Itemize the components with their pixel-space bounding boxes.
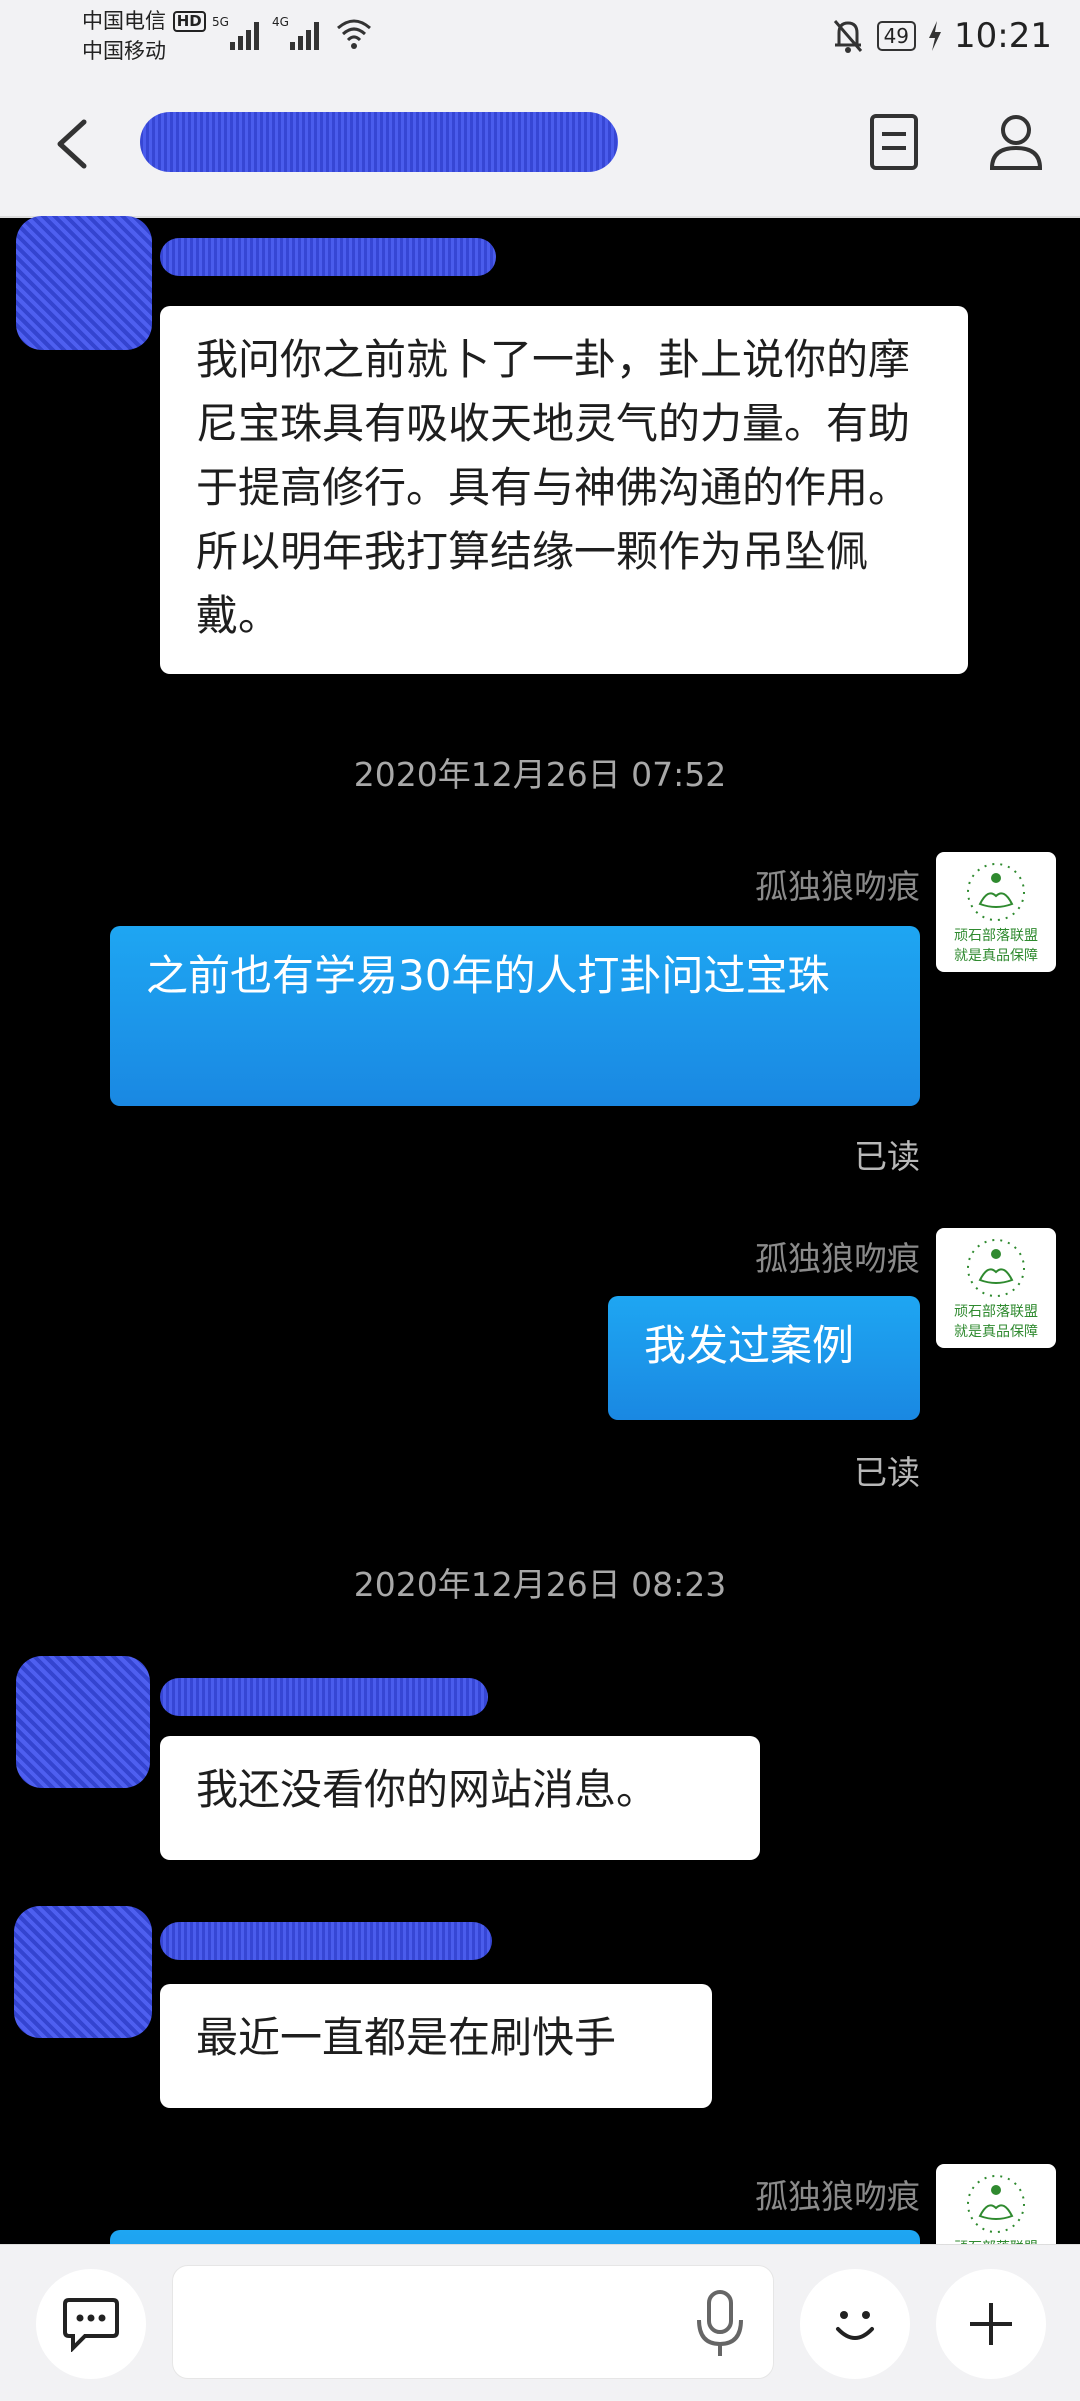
hd-badge: HD <box>172 11 206 32</box>
redacted-avatar[interactable] <box>14 1906 152 2038</box>
network-5g-label: 5G <box>212 15 229 29</box>
message-input[interactable] <box>172 2265 774 2379</box>
input-bar <box>0 2244 1080 2401</box>
redacted-sender-name <box>160 238 496 276</box>
timestamp: 2020年12月26日 07:52 <box>353 755 727 794</box>
person-icon[interactable] <box>984 110 1048 174</box>
message-bubble-outgoing[interactable]: 我发过案例 <box>608 1296 920 1420</box>
message-bubble-incoming[interactable]: 最近一直都是在刷快手 <box>160 1984 712 2108</box>
emoji-button[interactable] <box>800 2269 910 2379</box>
redacted-sender-name <box>160 1922 492 1960</box>
network-4g-label: 4G <box>272 15 289 29</box>
smiley-icon <box>836 2311 874 2340</box>
document-icon[interactable] <box>862 110 926 174</box>
timestamp: 2020年12月26日 08:23 <box>353 1565 727 1604</box>
status-right: 49 10:21 <box>831 14 1052 58</box>
svg-text:顽石部落联盟: 顽石部落联盟 <box>954 928 1038 944</box>
wifi-icon <box>337 19 371 49</box>
redacted-contact-name <box>140 112 618 172</box>
message-text: 最近一直都是在刷快手 <box>196 2013 617 2062</box>
message-bubble-incoming[interactable]: 我还没看你的网站消息。 <box>160 1736 760 1860</box>
battery-icon: 49 <box>876 21 917 51</box>
microphone-icon[interactable] <box>689 2288 751 2360</box>
redacted-avatar[interactable] <box>16 216 152 350</box>
signal-icon: 4G <box>272 15 319 50</box>
message-bubble-outgoing[interactable]: 之前也有学易30年的人打卦问过宝珠 <box>110 926 920 1106</box>
message-bubble-outgoing[interactable] <box>110 2230 920 2244</box>
signal-icon: 5G <box>212 15 259 50</box>
green-lotus-logo-icon: 顽石部落联盟 就是真品保障 <box>954 863 1038 964</box>
back-arrow-icon[interactable] <box>46 116 102 172</box>
message-text: 我问你之前就卜了一卦，卦上说你的摩尼宝珠具有吸收天地灵气的力量。有助于提高修行。… <box>196 335 911 640</box>
sender-name: 孤独狼吻痕 <box>755 867 920 906</box>
redacted-sender-name <box>160 1678 488 1716</box>
add-button[interactable] <box>936 2269 1046 2379</box>
message-text: 我发过案例 <box>644 1321 855 1370</box>
svg-text:就是真品保障: 就是真品保障 <box>954 1324 1038 1340</box>
chat-header <box>0 72 1080 218</box>
read-receipt: 已读 <box>854 1137 920 1176</box>
redacted-avatar[interactable] <box>16 1656 150 1788</box>
read-receipt: 已读 <box>854 1453 920 1492</box>
clock: 10:21 <box>954 16 1052 56</box>
carrier-primary: 中国电信 HD <box>82 8 206 34</box>
carrier-secondary: 中国移动 <box>82 39 166 63</box>
mute-bell-icon <box>833 20 862 53</box>
sender-name: 孤独狼吻痕 <box>755 2177 920 2216</box>
message-text: 我还没看你的网站消息。 <box>196 1765 659 1814</box>
svg-text:就是真品保障: 就是真品保障 <box>954 948 1038 964</box>
sender-name: 孤独狼吻痕 <box>755 1239 920 1278</box>
sender-avatar-logo[interactable]: 顽石部落联盟 就是真品保障 <box>936 1228 1056 1348</box>
message-text: 之前也有学易30年的人打卦问过宝珠 <box>146 951 830 1000</box>
chat-area[interactable]: 我问你之前就卜了一卦，卦上说你的摩尼宝珠具有吸收天地灵气的力量。有助于提高修行。… <box>0 216 1080 2244</box>
plus-icon <box>970 2303 1012 2345</box>
sender-avatar-logo[interactable]: 顽石部落联盟 就是真品保障 <box>936 852 1056 972</box>
svg-text:顽石部落联盟: 顽石部落联盟 <box>954 1304 1038 1320</box>
sender-avatar-logo[interactable]: 顽石部落联盟 就是真品保障 <box>936 2164 1056 2244</box>
green-lotus-logo-icon: 顽石部落联盟 就是真品保障 <box>954 2175 1038 2244</box>
message-bubble-incoming[interactable]: 我问你之前就卜了一卦，卦上说你的摩尼宝珠具有吸收天地灵气的力量。有助于提高修行。… <box>160 306 968 674</box>
chat-bubble-button[interactable] <box>36 2269 146 2379</box>
green-lotus-logo-icon: 顽石部落联盟 就是真品保障 <box>954 1239 1038 1340</box>
status-bar: 中国电信 HD 中国移动 5G 4G 49 10:21 <box>0 0 1080 72</box>
charging-icon <box>929 21 942 51</box>
chat-bubble-icon <box>63 2298 119 2352</box>
